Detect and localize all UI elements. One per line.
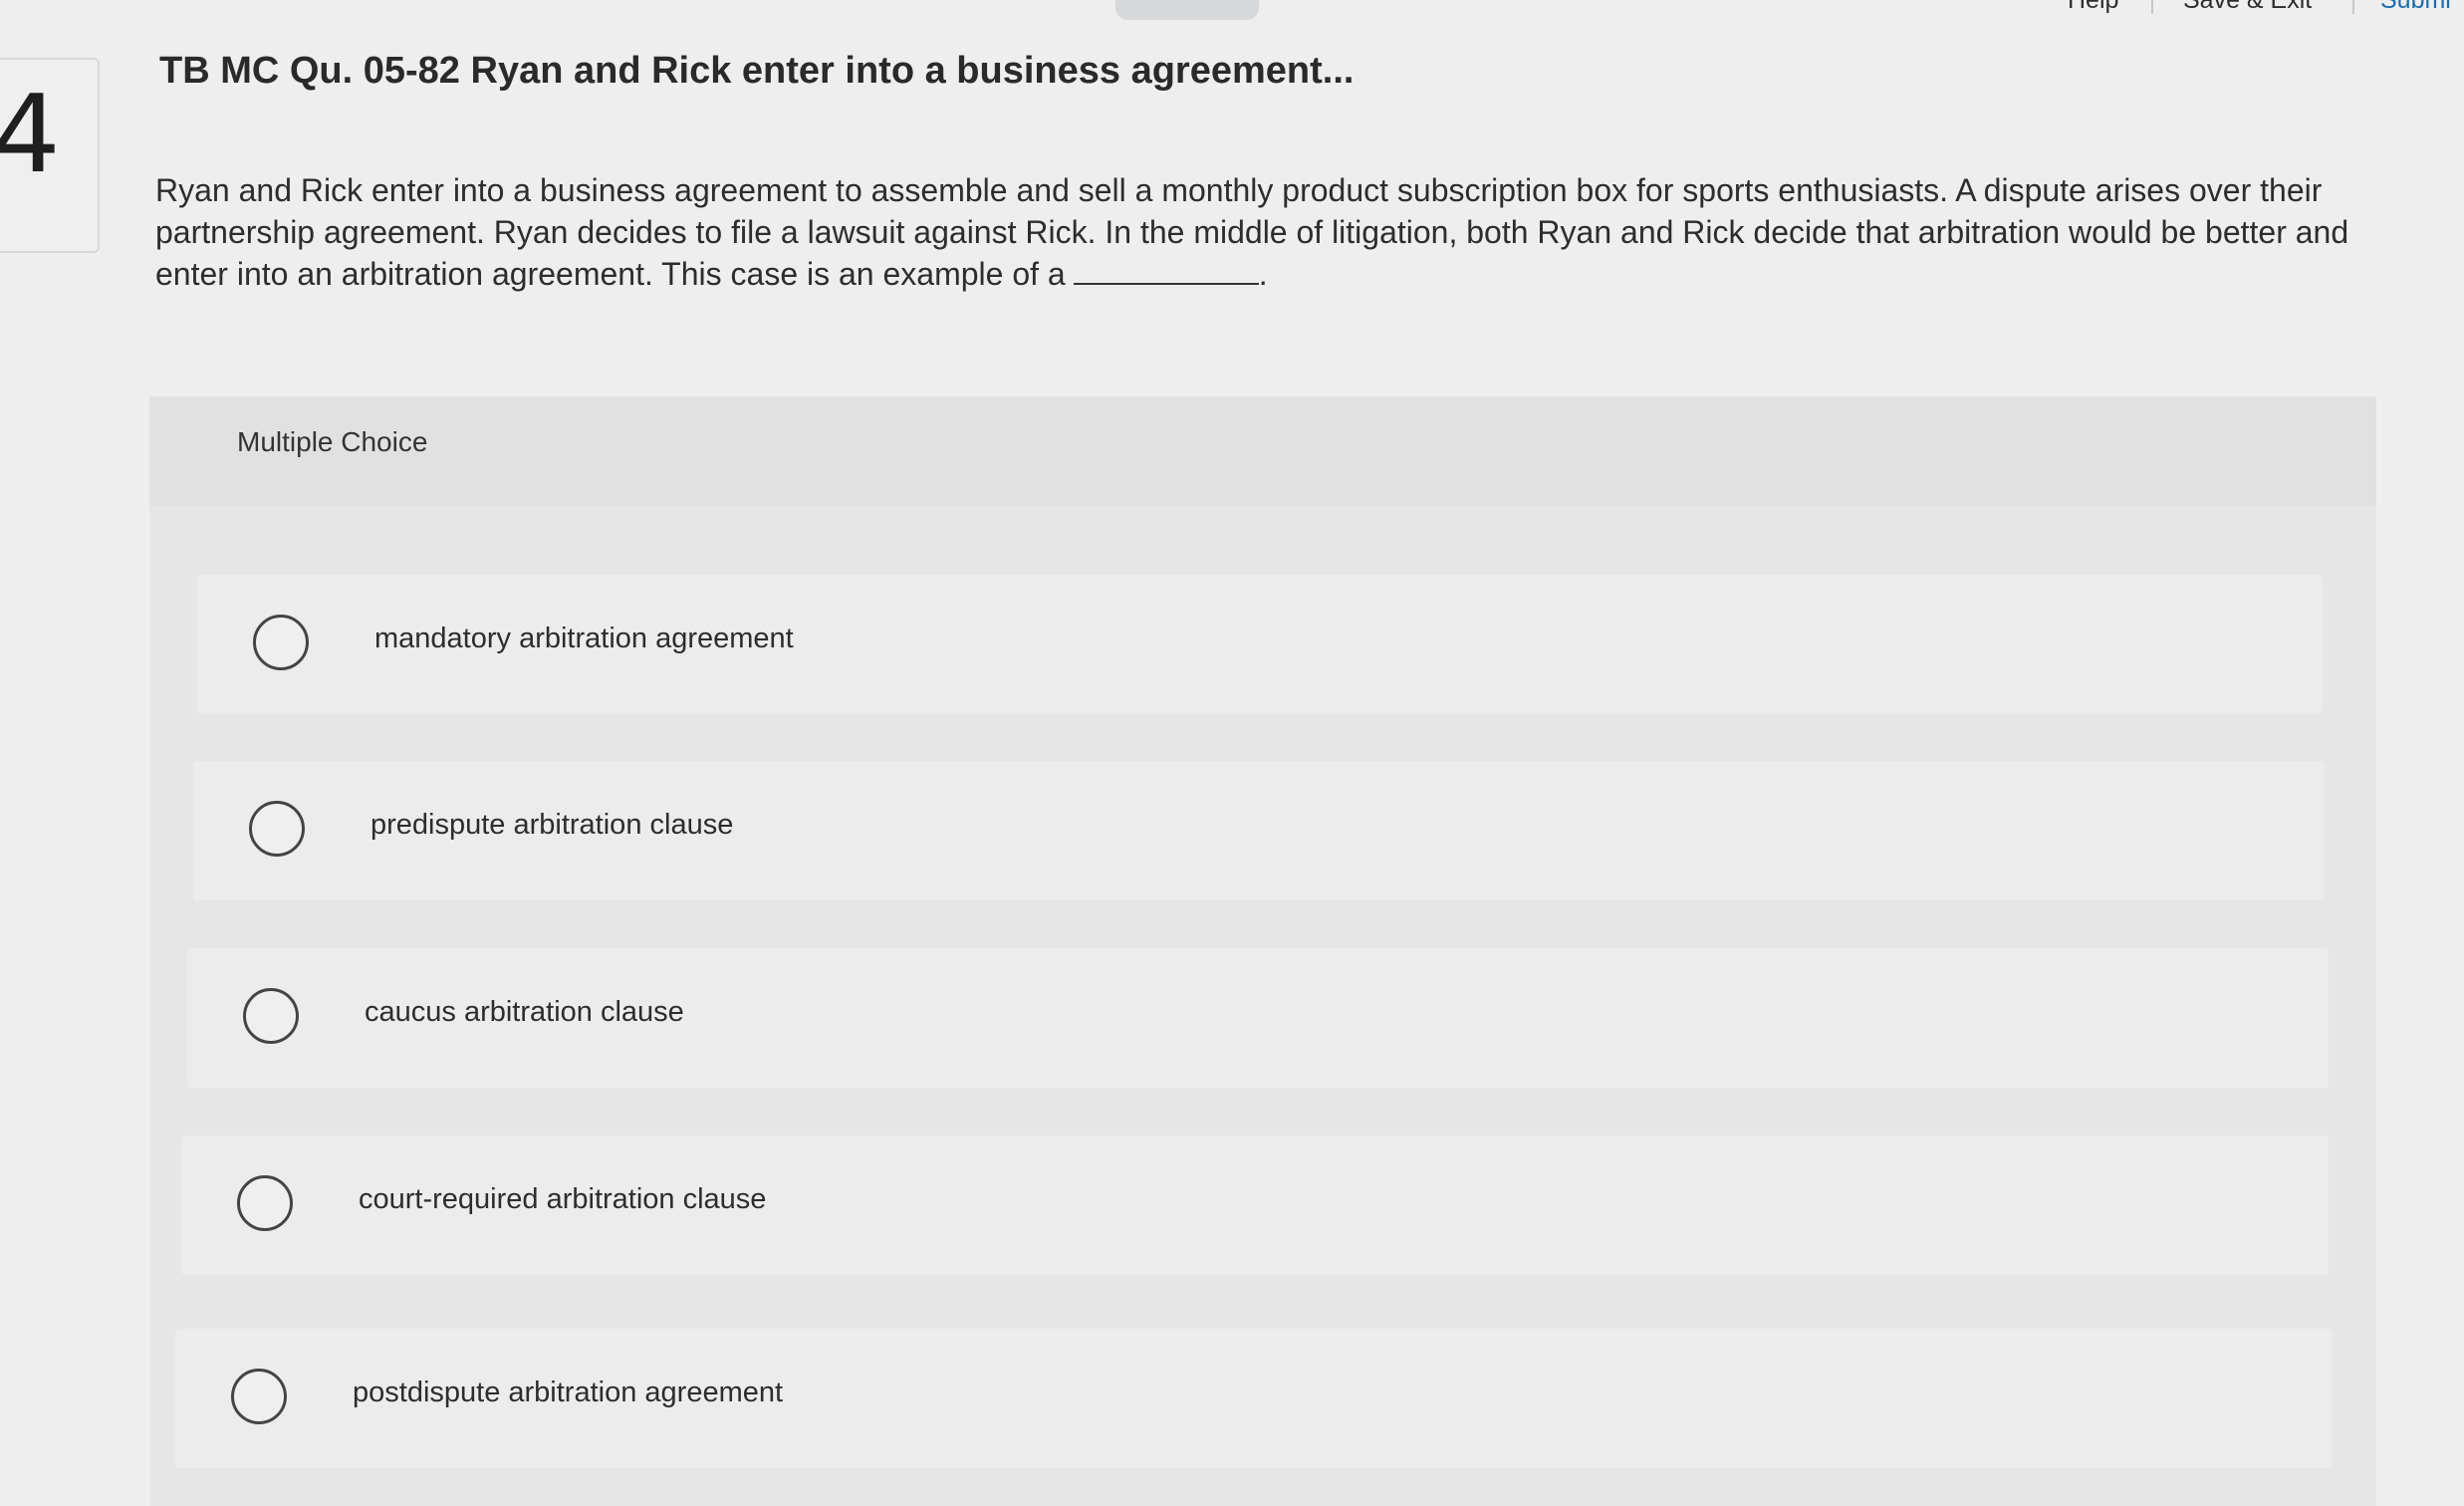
answer-option[interactable]: predispute arbitration clause (193, 761, 2325, 900)
top-bar: Help Save & Exit Submi (0, 0, 2464, 30)
answer-option[interactable]: postdispute arbitration agreement (175, 1329, 2333, 1468)
divider (2151, 0, 2153, 14)
multiple-choice-header: Multiple Choice (149, 396, 2376, 506)
answer-option-label: predispute arbitration clause (370, 809, 734, 841)
answer-option-label: postdispute arbitration agreement (353, 1377, 784, 1408)
answer-option-label: mandatory arbitration agreement (374, 623, 794, 654)
submit-link[interactable]: Submi (2380, 0, 2451, 15)
radio-button[interactable] (249, 801, 305, 857)
help-link[interactable]: Help (2068, 0, 2118, 15)
radio-button[interactable] (237, 1175, 293, 1231)
answer-blank (1073, 261, 1259, 285)
answer-option[interactable]: caucus arbitration clause (187, 948, 2329, 1088)
top-center-tab[interactable] (1115, 0, 1259, 20)
answer-option-label: caucus arbitration clause (365, 996, 684, 1028)
answer-option[interactable]: court-required arbitration clause (181, 1135, 2329, 1275)
question-prompt-end: . (1258, 256, 1268, 292)
question-prompt: Ryan and Rick enter into a business agre… (155, 169, 2356, 295)
question-number: 4 (0, 73, 61, 197)
divider (2352, 0, 2354, 14)
question-title: TB MC Qu. 05-82 Ryan and Rick enter into… (159, 50, 1355, 92)
radio-button[interactable] (243, 988, 299, 1044)
radio-button[interactable] (253, 615, 309, 670)
answer-option[interactable]: mandatory arbitration agreement (197, 575, 2323, 714)
multiple-choice-label: Multiple Choice (237, 426, 428, 457)
save-exit-link[interactable]: Save & Exit (2183, 0, 2312, 15)
radio-button[interactable] (231, 1369, 287, 1424)
answer-option-label: court-required arbitration clause (359, 1183, 767, 1215)
